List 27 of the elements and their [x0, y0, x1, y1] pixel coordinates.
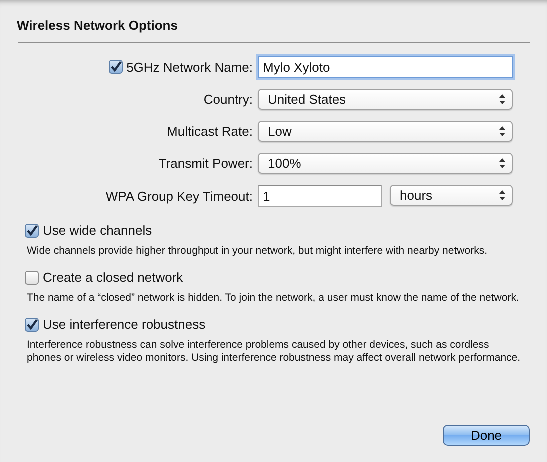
select-arrows-icon	[499, 158, 506, 169]
field-label: Transmit Power:	[158, 156, 253, 171]
done-button[interactable]: Done	[443, 425, 530, 446]
checkbox[interactable]	[25, 318, 39, 332]
option-description: Wide channels provide higher throughput in your network, but might interfere with nearby networks.	[27, 245, 488, 258]
timeout-field[interactable]: 1	[258, 185, 382, 207]
field-label: Multicast Rate:	[167, 124, 253, 139]
field-label: Country:	[204, 92, 253, 107]
checkbox[interactable]	[25, 224, 39, 238]
option-label[interactable]: Use wide channels	[43, 223, 152, 238]
popup-menu[interactable]: 100%	[258, 153, 513, 174]
name-field[interactable]: Mylo Xyloto	[258, 56, 513, 78]
checkbox[interactable]	[25, 270, 39, 284]
popup-menu[interactable]: United States	[258, 89, 513, 110]
unit-menu[interactable]: hours	[390, 185, 513, 206]
select-arrows-icon	[499, 94, 506, 105]
option-label[interactable]: Create a closed network	[43, 270, 184, 285]
select-arrows-icon	[499, 126, 506, 137]
option-label[interactable]: Use interference robustness	[43, 317, 206, 332]
option-description: The name of a “closed” network is hidden. To join the network, a user must know the name of the network.	[27, 292, 520, 305]
field-label: 5GHz Network Name:	[126, 60, 253, 74]
option-description: Interference robustness can solve interference problems caused by other devices, such as cordless phones or wireless video monitors. Using interference robustness may affect overall network performance.	[27, 339, 522, 365]
sheet-title: Wireless Network Options	[17, 18, 179, 33]
field-label: WPA Group Key Timeout:	[106, 188, 253, 204]
popup-menu[interactable]: Low	[258, 121, 513, 142]
select-arrows-icon	[499, 190, 506, 201]
checkbox[interactable]	[108, 60, 123, 74]
